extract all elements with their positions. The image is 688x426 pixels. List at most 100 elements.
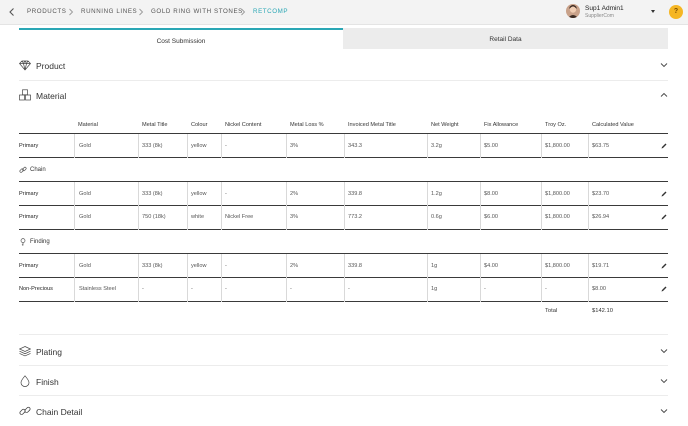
section-divider bbox=[19, 334, 668, 335]
cell-invoiced-metal-title: 339.8 bbox=[348, 263, 362, 269]
column-header-colour: Colour bbox=[191, 122, 208, 128]
cell-fix-allowance: $6.00 bbox=[484, 214, 498, 220]
cell-metal-title: - bbox=[142, 286, 144, 292]
section-material[interactable]: Material bbox=[19, 87, 668, 105]
pencil-edit-icon[interactable] bbox=[661, 286, 667, 292]
cell-metal-title: 333 (8k) bbox=[142, 263, 163, 269]
column-divider bbox=[344, 278, 345, 302]
column-divider bbox=[427, 278, 428, 302]
cell-net-weight: 1.2g bbox=[431, 191, 442, 197]
cell-troy-oz: $1,800.00 bbox=[545, 191, 570, 197]
chevron-down-icon[interactable] bbox=[660, 61, 668, 69]
cell-metal-loss: 3% bbox=[290, 214, 299, 220]
cell-calculated-value: $26.94 bbox=[592, 214, 610, 220]
column-divider bbox=[480, 278, 481, 302]
column-header-fix-allowance: Fix Allowance bbox=[484, 122, 519, 128]
back-arrow-icon[interactable] bbox=[6, 6, 18, 18]
cell-fix-allowance: $5.00 bbox=[484, 143, 498, 149]
section-title-plating: Plating bbox=[36, 347, 62, 357]
chevron-down-icon[interactable] bbox=[660, 377, 668, 385]
column-divider bbox=[541, 182, 542, 206]
cell-colour: - bbox=[191, 286, 193, 292]
cell-invoiced-metal-title: 339.8 bbox=[348, 191, 362, 197]
column-divider bbox=[541, 134, 542, 158]
section-product[interactable]: Product bbox=[19, 57, 668, 75]
cell-metal-title: 333 (8k) bbox=[142, 143, 163, 149]
pencil-edit-icon[interactable] bbox=[661, 214, 667, 220]
section-divider bbox=[19, 365, 668, 366]
column-divider bbox=[221, 254, 222, 278]
row-type: Primary bbox=[19, 191, 39, 197]
section-chain-detail[interactable]: Chain Detail bbox=[19, 403, 668, 421]
cell-fix-allowance: $8.00 bbox=[484, 191, 498, 197]
column-header-troy-oz: Troy Oz. bbox=[545, 122, 567, 128]
section-plating[interactable]: Plating bbox=[19, 343, 668, 361]
pencil-edit-icon[interactable] bbox=[661, 143, 667, 149]
column-divider bbox=[187, 254, 188, 278]
cell-calculated-value: $63.75 bbox=[592, 143, 610, 149]
column-divider bbox=[541, 278, 542, 302]
cell-net-weight: 1g bbox=[431, 263, 438, 269]
row-type: Primary bbox=[19, 214, 39, 220]
column-divider bbox=[427, 182, 428, 206]
chevron-right-icon bbox=[69, 8, 74, 16]
cell-metal-title: 750 (18k) bbox=[142, 214, 166, 220]
column-divider bbox=[480, 182, 481, 206]
chevron-right-icon bbox=[241, 8, 246, 16]
column-divider bbox=[74, 278, 75, 302]
cell-net-weight: 3.2g bbox=[431, 143, 442, 149]
column-divider bbox=[286, 206, 287, 230]
pencil-edit-icon[interactable] bbox=[661, 191, 667, 197]
cell-material: Gold bbox=[79, 143, 91, 149]
column-divider bbox=[427, 254, 428, 278]
cell-metal-loss: 3% bbox=[290, 143, 299, 149]
avatar[interactable] bbox=[566, 4, 580, 18]
column-divider bbox=[221, 134, 222, 158]
breadcrumb-running-lines[interactable]: RUNNING LINES bbox=[81, 8, 137, 15]
cell-fix-allowance: $4.00 bbox=[484, 263, 498, 269]
cell-material: Gold bbox=[79, 214, 91, 220]
cell-colour: white bbox=[191, 214, 205, 220]
section-title-chain-detail: Chain Detail bbox=[36, 407, 83, 417]
column-divider bbox=[286, 254, 287, 278]
column-divider bbox=[344, 182, 345, 206]
cell-invoiced-metal-title: 343.3 bbox=[348, 143, 362, 149]
chevron-up-icon[interactable] bbox=[660, 91, 668, 99]
cell-nickel-content: Nickel Free bbox=[225, 214, 254, 220]
section-finish[interactable]: Finish bbox=[19, 373, 668, 391]
column-divider bbox=[541, 254, 542, 278]
breadcrumb-gold-ring-with-stones[interactable]: GOLD RING WITH STONES bbox=[151, 8, 243, 15]
tab-cost-submission[interactable]: Cost Submission bbox=[19, 28, 343, 49]
breadcrumb-products[interactable]: PRODUCTS bbox=[27, 8, 67, 15]
column-divider bbox=[344, 254, 345, 278]
tab-retail-data[interactable]: Retail Data bbox=[343, 28, 668, 49]
column-divider bbox=[480, 134, 481, 158]
column-divider bbox=[74, 254, 75, 278]
diamond-icon bbox=[19, 60, 31, 71]
chevron-down-icon[interactable] bbox=[660, 407, 668, 415]
cell-material: Stainless Steel bbox=[79, 286, 117, 292]
cell-troy-oz: $1,800.00 bbox=[545, 263, 570, 269]
column-divider bbox=[221, 206, 222, 230]
material-blocks-icon bbox=[19, 89, 31, 101]
column-divider bbox=[541, 206, 542, 230]
help-button[interactable]: ? bbox=[669, 5, 683, 19]
column-divider bbox=[286, 182, 287, 206]
user-name[interactable]: Sup1 Admin1 bbox=[585, 5, 624, 12]
column-divider bbox=[187, 134, 188, 158]
pencil-edit-icon[interactable] bbox=[661, 263, 667, 269]
chain-link-icon bbox=[19, 166, 27, 173]
column-divider bbox=[221, 278, 222, 302]
column-divider bbox=[138, 206, 139, 230]
cell-calculated-value: $8.00 bbox=[592, 286, 606, 292]
user-photo-icon bbox=[566, 4, 580, 18]
user-company: SupplierCom bbox=[585, 13, 614, 19]
cell-troy-oz: - bbox=[545, 286, 547, 292]
column-header-net-weight: Net Weight bbox=[431, 122, 459, 128]
user-menu-caret-icon[interactable] bbox=[651, 10, 655, 13]
column-divider bbox=[187, 182, 188, 206]
cell-nickel-content: - bbox=[225, 286, 227, 292]
breadcrumb-retcomp: RETCOMP bbox=[253, 8, 289, 15]
chevron-down-icon[interactable] bbox=[660, 347, 668, 355]
column-header-metal-loss: Metal Loss % bbox=[290, 122, 324, 128]
